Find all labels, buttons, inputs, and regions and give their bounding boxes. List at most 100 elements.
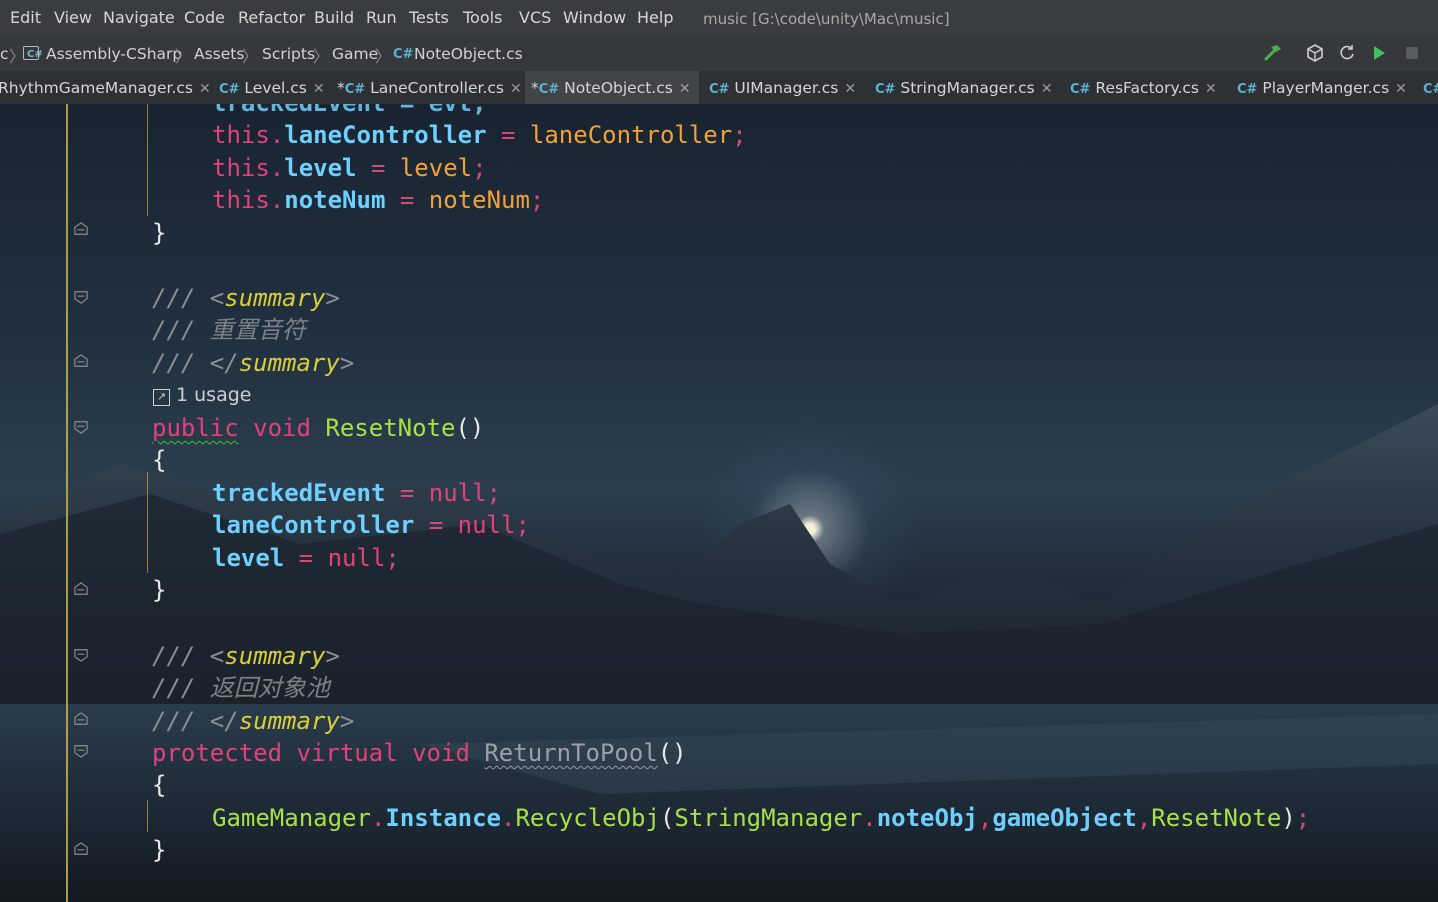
fold-end-icon[interactable] (72, 712, 90, 726)
fold-start-icon[interactable] (72, 744, 90, 758)
menu-run[interactable]: Run (366, 8, 397, 28)
tab-uimanager[interactable]: C# UIManager.cs ✕ (709, 71, 859, 104)
fold-end-icon[interactable] (72, 354, 90, 368)
menu-window[interactable]: Window (563, 8, 626, 28)
tab-label: PlayerManger.cs (1262, 79, 1390, 97)
run-icon[interactable] (1368, 43, 1390, 65)
tab-label: NoteObject.cs (564, 79, 673, 97)
tab-label: RhythmGameManager.cs (0, 79, 193, 97)
usage-arrow-icon: ↗ (153, 389, 170, 406)
menu-tests[interactable]: Tests (409, 8, 449, 28)
csharp-file-icon: C# (875, 82, 896, 97)
tab-rhythmgamemanager[interactable]: RhythmGameManager.cs ✕ (0, 71, 211, 104)
tab-overflow[interactable]: C# (1423, 71, 1438, 104)
tab-lanecontroller[interactable]: *C# LaneController.cs ✕ (337, 71, 522, 104)
csharp-file-icon: C# (1070, 82, 1091, 97)
code-line: GameManager.Instance.RecycleObj(StringMa… (212, 804, 1311, 832)
doc-comment: /// 重置音符 (152, 316, 306, 344)
breadcrumb-project-icon: C# (23, 44, 43, 64)
project-path: music [G:\code\unity\Mac\music] (703, 10, 950, 28)
menu-tools[interactable]: Tools (463, 8, 502, 28)
unity-icon[interactable] (1304, 43, 1326, 65)
menu-edit[interactable]: Edit (10, 8, 41, 28)
breadcrumb-game[interactable]: Game (332, 44, 378, 64)
breadcrumb-scripts[interactable]: Scripts (262, 44, 315, 64)
code-line: this.laneController = laneController; (212, 121, 747, 149)
doc-comment: /// <summary> (152, 284, 340, 312)
tab-noteobject[interactable]: *C# NoteObject.cs ✕ (525, 71, 699, 106)
menu-code[interactable]: Code (184, 8, 225, 28)
modified-marker: * (531, 79, 539, 97)
breadcrumb-chevron-icon: 〉 (242, 47, 259, 66)
menu-view[interactable]: View (54, 8, 92, 28)
close-icon[interactable]: ✕ (313, 81, 325, 97)
fold-end-icon[interactable] (72, 582, 90, 596)
doc-comment: /// </summary> (152, 349, 355, 377)
csharp-file-icon: C# (709, 82, 730, 97)
breadcrumb-lead[interactable]: c (0, 44, 9, 64)
code-line: { (152, 446, 167, 474)
code-line: this.noteNum = noteNum; (212, 186, 545, 214)
csharp-file-icon: C# (393, 47, 414, 62)
tab-label: ResFactory.cs (1095, 79, 1199, 97)
method-signature: public void ResetNote() (152, 414, 485, 442)
tab-resfactory[interactable]: C# ResFactory.cs ✕ (1070, 71, 1220, 104)
menu-bar: Edit View Navigate Code Refactor Build R… (0, 0, 1438, 37)
code-line: level = null; (212, 544, 400, 572)
stop-icon[interactable] (1401, 43, 1423, 65)
close-icon[interactable]: ✕ (844, 81, 856, 97)
doc-comment: /// <summary> (152, 642, 340, 670)
doc-comment: /// </summary> (152, 707, 355, 735)
close-icon[interactable]: ✕ (1395, 81, 1407, 97)
tab-level[interactable]: C# Level.cs ✕ (219, 71, 331, 104)
code-line: } (152, 219, 167, 247)
close-icon[interactable]: ✕ (1205, 81, 1217, 97)
breadcrumb-assembly[interactable]: Assembly-CSharp (46, 44, 182, 64)
method-signature: protected virtual void ReturnToPool() (152, 739, 687, 767)
menu-build[interactable]: Build (314, 8, 354, 28)
close-icon[interactable]: ✕ (510, 81, 522, 97)
fold-start-icon[interactable] (72, 290, 90, 304)
close-icon[interactable]: ✕ (1041, 81, 1053, 97)
menu-navigate[interactable]: Navigate (103, 8, 175, 28)
csharp-file-icon: C# (538, 82, 560, 97)
tab-label: StringManager.cs (900, 79, 1035, 97)
fold-start-icon[interactable] (72, 420, 90, 434)
tab-stringmanager[interactable]: C# StringManager.cs ✕ (875, 71, 1055, 104)
usage-hint[interactable]: ↗ 1 usage (153, 384, 251, 406)
code-line: trackedEvent = null; (212, 479, 501, 507)
csharp-file-icon: C# (1423, 82, 1438, 97)
tab-playermanger[interactable]: C# PlayerManger.cs ✕ (1237, 71, 1407, 104)
breadcrumb-assets[interactable]: Assets (194, 44, 244, 64)
fold-start-icon[interactable] (72, 648, 90, 662)
breadcrumb-chevron-icon: 〉 (313, 47, 330, 66)
close-icon[interactable]: ✕ (199, 81, 211, 97)
fold-end-icon[interactable] (72, 222, 90, 236)
modified-marker: * (337, 79, 345, 97)
indent-guide (147, 104, 148, 216)
tab-label: UIManager.cs (734, 79, 839, 97)
csharp-file-icon: C# (219, 82, 240, 97)
code-line: laneController = null; (212, 511, 530, 539)
breadcrumb-file[interactable]: NoteObject.cs (414, 44, 523, 64)
fold-end-icon[interactable] (72, 842, 90, 856)
code-editor[interactable]: trackedEvent = evt; this.laneController … (0, 104, 1438, 902)
csharp-file-icon: C# (344, 82, 366, 97)
close-icon[interactable]: ✕ (679, 81, 691, 97)
indent-guide (147, 472, 148, 573)
editor-tabs: RhythmGameManager.cs ✕ C# Level.cs ✕ *C# L… (0, 71, 1438, 106)
build-hammer-icon[interactable] (1262, 43, 1284, 65)
menu-refactor[interactable]: Refactor (238, 8, 305, 28)
indent-guide (147, 800, 148, 832)
indent-guide (66, 104, 68, 902)
breadcrumb-chevron-icon: 〉 (175, 47, 192, 66)
menu-help[interactable]: Help (637, 8, 673, 28)
code-line: trackedEvent = evt; (212, 104, 487, 116)
tab-label: LaneController.cs (370, 79, 504, 97)
tab-label: Level.cs (244, 79, 307, 97)
menu-vcs[interactable]: VCS (519, 8, 551, 28)
csharp-file-icon: C# (1237, 82, 1258, 97)
refresh-icon[interactable] (1336, 43, 1358, 65)
code-line: this.level = level; (212, 154, 487, 182)
code-line: } (152, 576, 167, 604)
